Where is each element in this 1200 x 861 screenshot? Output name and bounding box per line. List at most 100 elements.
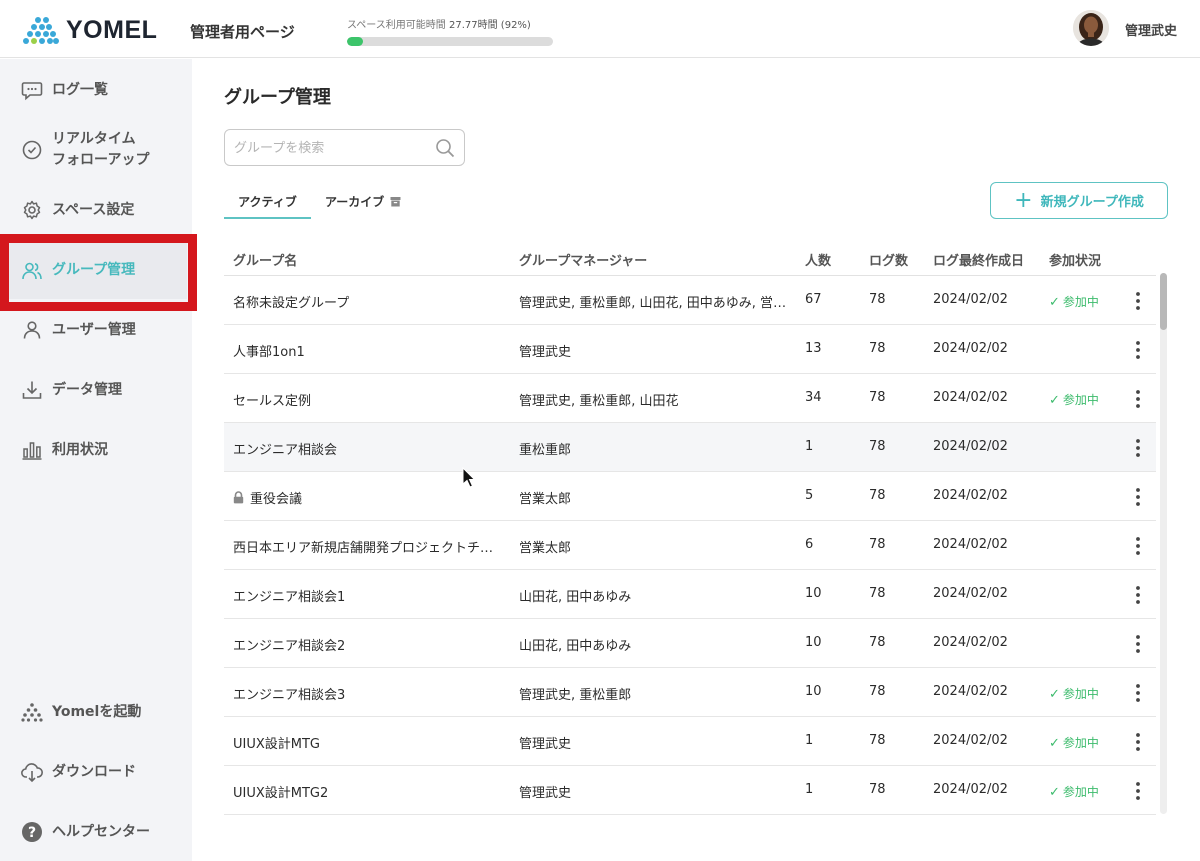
table-row[interactable]: エンジニア相談会3 管理武史, 重松重郎 10 78 2024/02/02 ✓ 参加中 [224,668,1156,717]
admin-page-title: 管理者用ページ [190,23,295,41]
yomel-logo[interactable]: YOMEL [20,15,157,45]
sidebar-item-label: スペース設定 [52,201,135,218]
lock-icon [233,491,244,504]
sidebar-item-launch-yomel[interactable]: Yomelを起動 [0,699,192,725]
gear-icon [20,198,44,222]
sidebar-item-space-settings[interactable]: スペース設定 [0,197,192,223]
cell-log-count: 78 [869,439,886,454]
cell-log-count: 78 [869,684,886,699]
sidebar-item-usage[interactable]: 利用状況 [0,437,192,463]
column-header-managers[interactable]: グループマネージャー [519,250,647,269]
cell-members: 6 [805,537,814,552]
cell-group-name: 西日本エリア新規店舗開発プロジェクトチーム [233,537,503,556]
more-menu-icon[interactable] [1129,681,1147,705]
cell-log-count: 78 [869,292,886,307]
cell-group-name: エンジニア相談会1 [233,586,503,605]
cell-managers: 管理武史, 重松重郎, 山田花 [519,394,679,409]
quota-label: スペース利用可能時間 [347,20,446,31]
status-badge: ✓ 参加中 [1049,783,1099,800]
check-icon: ✓ [1049,736,1060,751]
more-menu-icon[interactable] [1129,436,1147,460]
sidebar-item-group-management[interactable]: グループ管理 [9,242,187,299]
bar-chart-icon [20,438,44,462]
more-menu-icon[interactable] [1129,289,1147,313]
sidebar-item-realtime-followup[interactable]: リアルタイム フォローアップ [0,127,192,173]
sidebar-item-help-center[interactable]: ? ヘルプセンター [0,819,192,845]
status-text: 参加中 [1062,736,1099,750]
more-menu-icon[interactable] [1129,338,1147,362]
sidebar-item-user-management[interactable]: ユーザー管理 [0,317,192,343]
more-menu-icon[interactable] [1129,730,1147,754]
cell-group-name: 名称未設定グループ [233,292,503,311]
table-row[interactable]: エンジニア相談会 重松重郎 1 78 2024/02/02 [224,423,1156,472]
more-menu-icon[interactable] [1129,387,1147,411]
column-header-last-log[interactable]: ログ最終作成日 [933,250,1024,269]
cell-group-name: UIUX設計MTG2 [233,782,503,801]
cell-log-count: 78 [869,488,886,503]
sidebar-item-label: 利用状況 [52,441,108,458]
cell-managers: 管理武史, 重松重郎 [519,688,632,703]
svg-text:?: ? [28,825,36,841]
sidebar-item-label: ダウンロード [52,763,136,780]
table-scrollbar-thumb[interactable] [1160,273,1167,330]
table-row[interactable]: 名称未設定グループ 管理武史, 重松重郎, 山田花, 田中あゆみ, 営業太郎 67 7… [224,276,1156,325]
status-badge: ✓ 参加中 [1049,734,1099,751]
table-scrollbar-track[interactable] [1160,273,1167,814]
tab-archive[interactable]: アーカイブ [325,193,401,210]
help-icon: ? [20,820,44,844]
cell-log-count: 78 [869,782,886,797]
search-input[interactable] [234,138,429,158]
column-header-members[interactable]: 人数 [805,250,831,269]
group-name-text: 西日本エリア新規店舗開発プロジェクトチーム [233,541,503,556]
table-row[interactable]: 人事部1on1 管理武史 13 78 2024/02/02 [224,325,1156,374]
check-icon: ✓ [1049,393,1060,408]
more-menu-icon[interactable] [1129,534,1147,558]
table-row[interactable]: UIUX設計MTG 管理武史 1 78 2024/02/02 ✓ 参加中 [224,717,1156,766]
column-header-status[interactable]: 参加状況 [1049,250,1101,269]
table-row[interactable]: エンジニア相談会1 山田花, 田中あゆみ 10 78 2024/02/02 [224,570,1156,619]
sidebar: ログ一覧 リアルタイム フォローアップ スペース設定 グループ管理 ユーザー管理… [0,59,192,861]
avatar[interactable] [1073,10,1109,46]
group-name-text: 名称未設定グループ [233,296,350,311]
more-menu-icon[interactable] [1129,583,1147,607]
cell-last-log-date: 2024/02/02 [933,390,1008,405]
more-menu-icon[interactable] [1129,779,1147,803]
more-menu-icon[interactable] [1129,485,1147,509]
cell-log-count: 78 [869,586,886,601]
search-icon[interactable] [435,138,455,162]
table-row[interactable]: エンジニア相談会2 山田花, 田中あゆみ 10 78 2024/02/02 [224,619,1156,668]
cell-members: 10 [805,635,822,650]
group-name-text: 重役会議 [250,492,303,507]
user-name[interactable]: 管理武史 [1125,20,1177,39]
group-name-text: UIUX設計MTG2 [233,786,329,801]
quota-progress-bar [347,37,553,46]
status-text: 参加中 [1062,393,1099,407]
status-badge: ✓ 参加中 [1049,391,1099,408]
cell-members: 1 [805,782,814,797]
cell-managers: 管理武史 [519,737,572,752]
cell-members: 10 [805,684,822,699]
more-menu-icon[interactable] [1129,632,1147,656]
tab-archive-label: アーカイブ [325,195,385,209]
cloud-download-icon [20,760,44,784]
sidebar-item-logs[interactable]: ログ一覧 [0,77,192,103]
new-group-button-label: 新規グループ作成 [1040,195,1144,210]
new-group-button[interactable]: + 新規グループ作成 [990,182,1168,219]
page-title: グループ管理 [224,87,331,108]
table-row[interactable]: 西日本エリア新規店舗開発プロジェクトチーム 営業太郎 6 78 2024/02/02 [224,521,1156,570]
table-row[interactable]: 重役会議 営業太郎 5 78 2024/02/02 [224,472,1156,521]
cell-log-count: 78 [869,341,886,356]
group-name-text: エンジニア相談会3 [233,688,346,703]
yomel-logo-icon [20,700,44,724]
group-search [224,129,465,166]
user-icon [20,318,44,342]
column-header-logs[interactable]: ログ数 [869,250,908,269]
cell-last-log-date: 2024/02/02 [933,782,1008,797]
sidebar-item-download[interactable]: ダウンロード [0,759,192,785]
table-row[interactable]: UIUX設計MTG2 管理武史 1 78 2024/02/02 ✓ 参加中 [224,766,1156,815]
sidebar-item-data-management[interactable]: データ管理 [0,377,192,403]
cell-managers: 山田花, 田中あゆみ [519,639,632,654]
table-row[interactable]: セールス定例 管理武史, 重松重郎, 山田花 34 78 2024/02/02 ✓ 参加中 [224,374,1156,423]
column-header-group-name[interactable]: グループ名 [233,250,297,269]
tab-active[interactable]: アクティブ [224,193,311,219]
